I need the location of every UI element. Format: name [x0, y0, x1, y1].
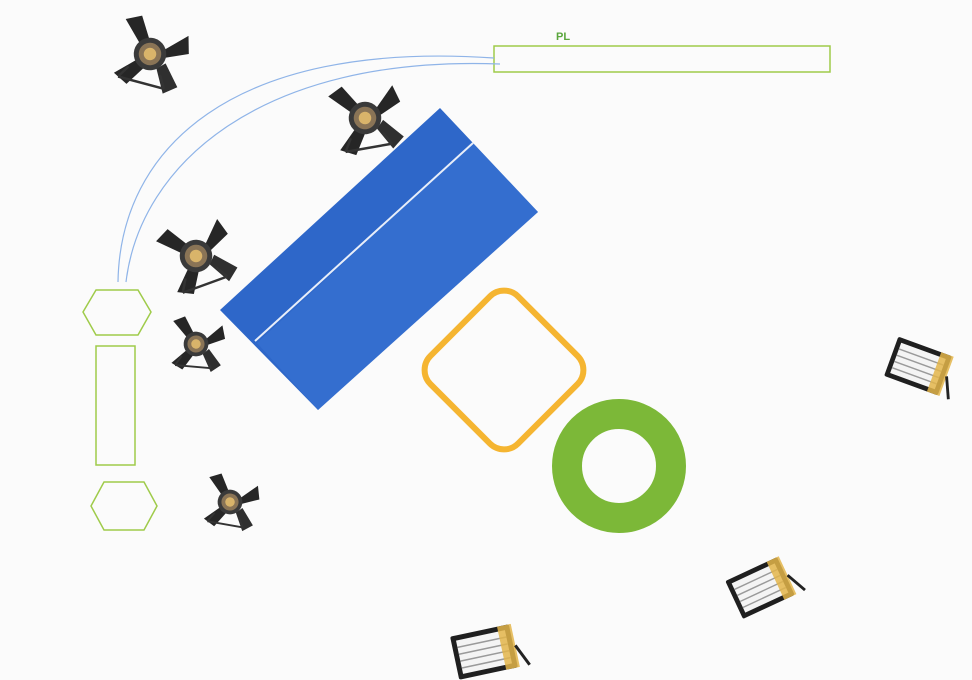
lighting-floor-plan: PL: [0, 0, 972, 680]
pl-label: PL: [556, 31, 570, 43]
background: [0, 0, 972, 680]
